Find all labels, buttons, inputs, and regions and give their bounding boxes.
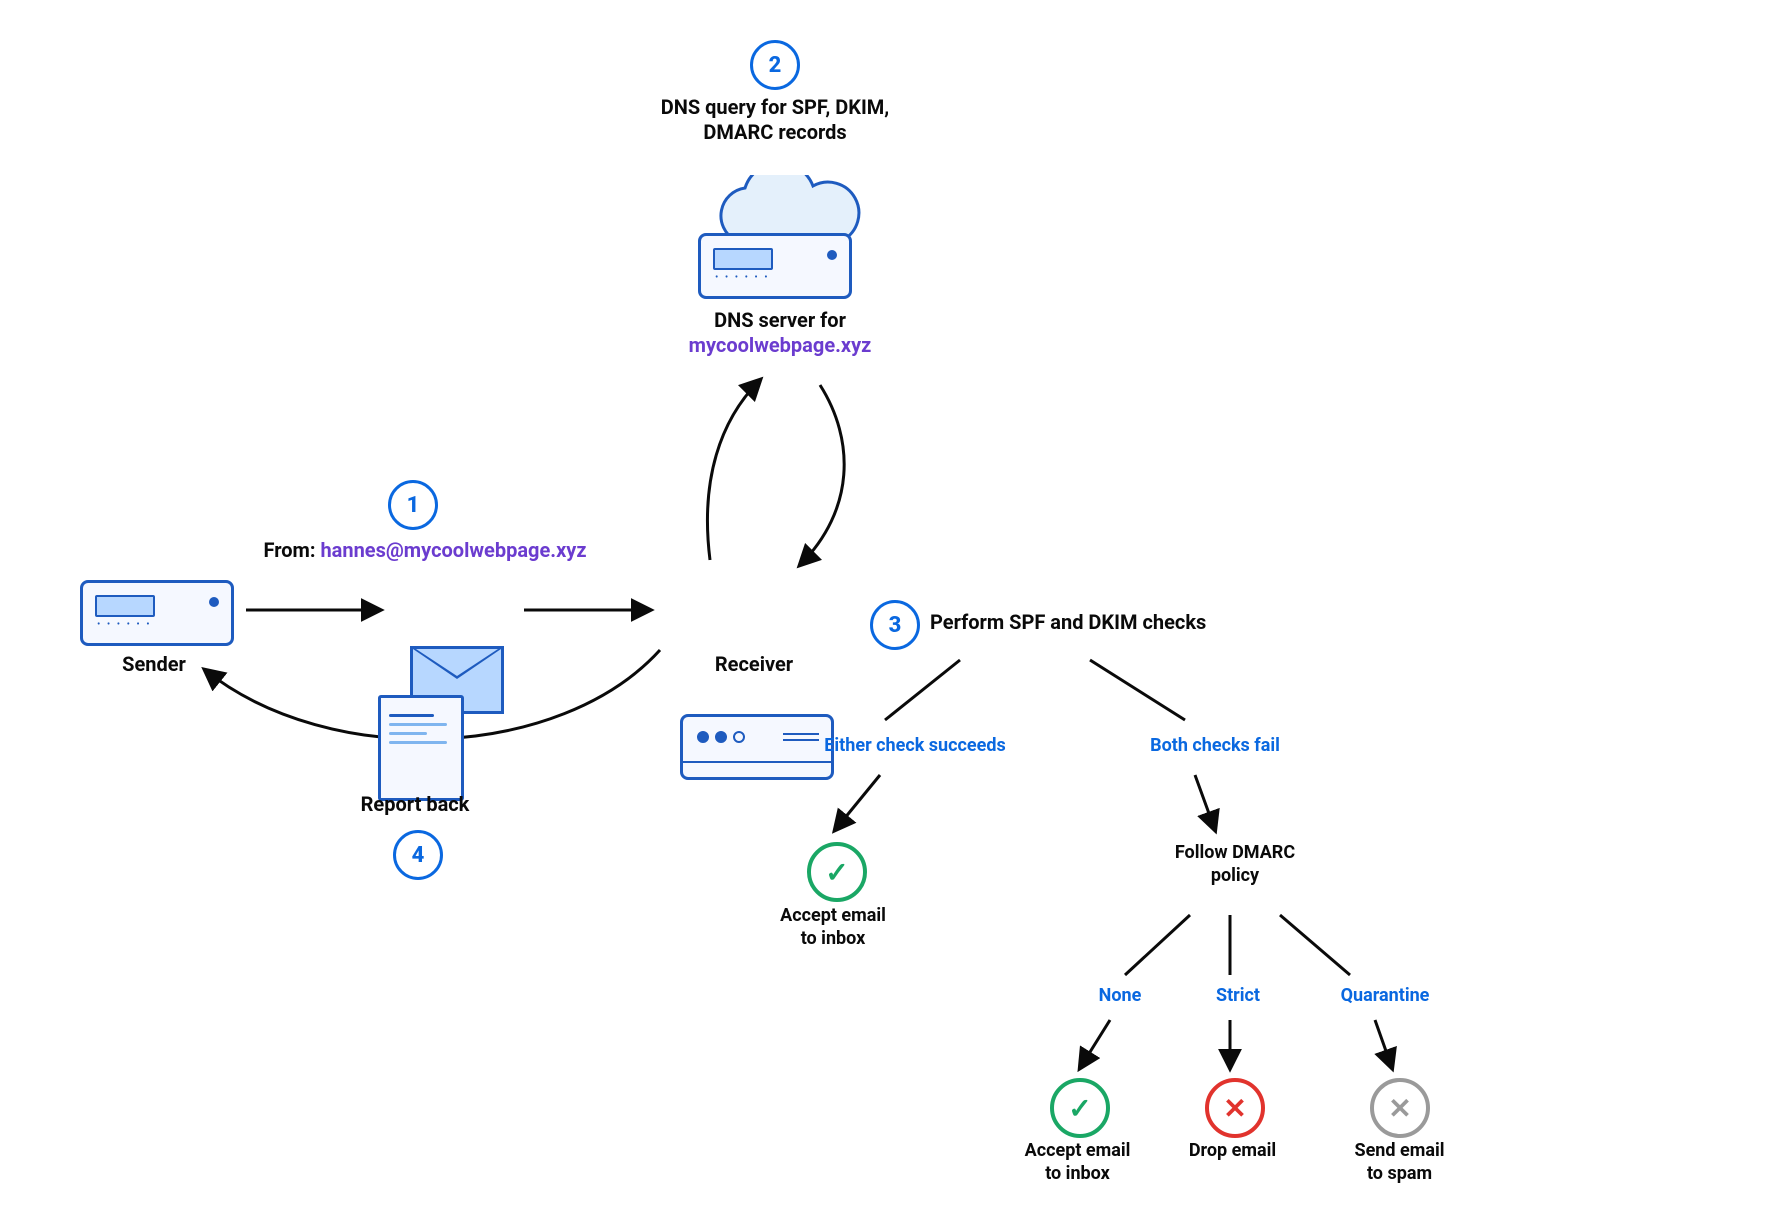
report-icon: [378, 695, 464, 801]
step-4-badge: 4: [393, 830, 443, 880]
outcome-strict-label: Drop email: [1165, 1140, 1300, 1163]
check-icon: ✓: [825, 856, 848, 889]
dmarc-flow-diagram: 2 DNS query for SPF, DKIM, DMARC records…: [0, 0, 1792, 1232]
step-3-badge: 3: [870, 600, 920, 650]
sender-label: Sender: [80, 652, 228, 677]
from-email: hannes@mycoolwebpage.xyz: [320, 538, 586, 562]
dns-node: • • • • • •: [690, 175, 870, 295]
outcome-accept-label: Accept email to inbox: [748, 905, 918, 950]
policy-strict: Strict: [1198, 985, 1278, 1008]
outcome-quarantine-label: Send email to spam: [1322, 1140, 1477, 1185]
check-icon: ✓: [1068, 1092, 1091, 1125]
branch-fail: Both checks fail: [1115, 735, 1315, 758]
step-3-number: 3: [889, 613, 902, 638]
cross-icon: ✕: [1388, 1092, 1411, 1125]
step-1-badge: 1: [388, 480, 438, 530]
step-1-number: 1: [407, 493, 420, 518]
step-2-text: DNS query for SPF, DKIM, DMARC records: [620, 95, 930, 145]
dns-caption-domain: mycoolwebpage.xyz: [689, 333, 872, 357]
dns-server-icon: • • • • • •: [698, 233, 852, 299]
outcome-strict-icon: ✕: [1205, 1078, 1265, 1138]
dmarc-policy-label: Follow DMARC policy: [1150, 842, 1320, 887]
step-3-text: Perform SPF and DKIM checks: [930, 610, 1270, 635]
sender-server-icon: • • • • • •: [80, 580, 234, 646]
step-2-number: 2: [769, 53, 782, 78]
policy-quarantine: Quarantine: [1320, 985, 1450, 1008]
outcome-none-label: Accept email to inbox: [995, 1140, 1160, 1185]
branch-succeed: Either check succeeds: [800, 735, 1030, 758]
dns-caption: DNS server for mycoolwebpage.xyz: [640, 308, 920, 358]
from-prefix: From:: [264, 538, 321, 562]
outcome-accept-icon: ✓: [807, 842, 867, 902]
step-4-number: 4: [412, 843, 425, 868]
receiver-label: Receiver: [680, 652, 828, 677]
cross-icon: ✕: [1223, 1092, 1246, 1125]
step-2-badge: 2: [750, 40, 800, 90]
dns-caption-prefix: DNS server for: [714, 308, 846, 332]
outcome-none-icon: ✓: [1050, 1078, 1110, 1138]
outcome-quarantine-icon: ✕: [1370, 1078, 1430, 1138]
step-1-text: From: hannes@mycoolwebpage.xyz: [235, 538, 615, 563]
step-4-text: Report back: [320, 792, 510, 817]
policy-none: None: [1080, 985, 1160, 1008]
